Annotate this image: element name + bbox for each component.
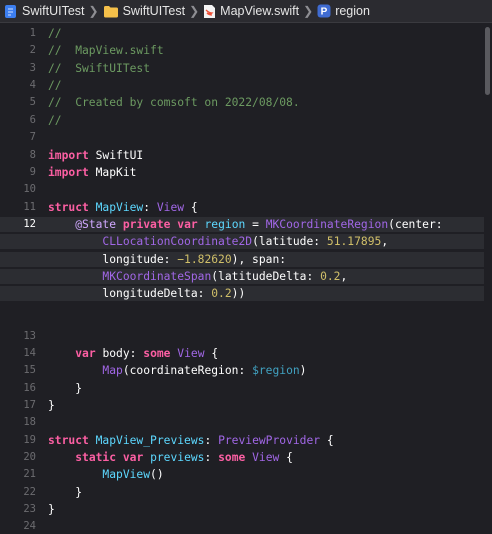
folder-icon <box>103 5 119 18</box>
line-number: 18 <box>23 416 36 428</box>
line-number: 3 <box>29 62 36 74</box>
code-text: // Created by comsoft on 2022/08/08. <box>48 96 300 109</box>
code-text: import SwiftUI <box>48 149 144 162</box>
line-number: 1 <box>29 27 36 39</box>
breadcrumb-folder[interactable]: SwiftUITest <box>103 4 186 18</box>
code-line[interactable]: 20 static var previews: some View { <box>0 450 484 465</box>
line-number: 13 <box>23 330 36 342</box>
code-text: // <box>48 114 62 127</box>
code-line[interactable]: 17} <box>0 398 484 413</box>
code-line[interactable]: 13 <box>0 329 484 344</box>
code-text: } <box>48 503 55 516</box>
line-number: 22 <box>23 486 36 498</box>
line-number: 14 <box>23 347 36 359</box>
line-number: 16 <box>23 382 36 394</box>
code-line[interactable]: 6 // <box>0 113 484 128</box>
code-text: // <box>48 79 62 92</box>
property-icon: P <box>317 4 331 18</box>
code-line-wrapped[interactable]: MKCoordinateSpan(latitudeDelta: 0.2, <box>0 269 484 284</box>
code-line-wrapped[interactable]: longitude: −1.82620), span: <box>0 252 484 267</box>
code-line[interactable]: 15 Map(coordinateRegion: $region) <box>0 363 484 378</box>
code-text: // SwiftUITest <box>48 62 151 75</box>
code-text: CLLocationCoordinate2D(latitude: 51.1789… <box>102 235 389 248</box>
xcode-project-icon <box>4 4 18 19</box>
code-text: static var previews: some View { <box>75 451 293 464</box>
code-text: @State private var region = MKCoordinate… <box>75 218 443 231</box>
line-number: 10 <box>23 183 36 195</box>
chevron-right-icon: ❯ <box>88 4 99 18</box>
line-number: 6 <box>29 114 36 126</box>
line-number: 17 <box>23 399 36 411</box>
code-line[interactable]: 22 } <box>0 485 484 500</box>
line-number: 20 <box>23 451 36 463</box>
breadcrumb-label: MapView.swift <box>220 4 300 18</box>
code-line-current[interactable]: 12 @State private var region = MKCoordin… <box>0 217 484 232</box>
line-number: 23 <box>23 503 36 515</box>
line-number: 7 <box>29 131 36 143</box>
code-text: MapView() <box>102 468 164 481</box>
swift-file-icon <box>203 4 216 19</box>
code-editor[interactable]: 1 // 2 // MapView.swift 3 // SwiftUITest 4 /… <box>0 23 492 532</box>
code-line[interactable]: 24 <box>0 519 484 534</box>
breadcrumb-label: region <box>335 4 370 18</box>
code-text: // MapView.swift <box>48 44 164 57</box>
jump-bar: SwiftUITest ❯ SwiftUITest ❯ MapView.swif… <box>0 0 492 23</box>
code-line[interactable]: 9 import MapKit <box>0 165 484 180</box>
code-text: struct MapView_Previews: PreviewProvider… <box>48 434 334 447</box>
line-number: 21 <box>23 468 36 480</box>
code-line[interactable]: 18 <box>0 415 484 430</box>
code-line[interactable]: 16 } <box>0 381 484 396</box>
chevron-right-icon: ❯ <box>303 4 314 18</box>
code-line[interactable]: 10 <box>0 182 484 197</box>
code-text: } <box>48 486 83 499</box>
line-number: 12 <box>23 218 36 230</box>
code-line[interactable]: 5 // Created by comsoft on 2022/08/08. <box>0 95 484 110</box>
breadcrumb-label: SwiftUITest <box>22 4 85 18</box>
code-line[interactable]: 19 struct MapView_Previews: PreviewProvid… <box>0 433 484 448</box>
code-text: var body: some View { <box>75 347 219 360</box>
code-line[interactable]: 2 // MapView.swift <box>0 43 484 58</box>
line-number: 15 <box>23 364 36 376</box>
breadcrumb-file[interactable]: MapView.swift <box>203 4 299 19</box>
code-line[interactable]: 8 import SwiftUI <box>0 148 484 163</box>
line-number: 4 <box>29 79 36 91</box>
code-line[interactable]: 11 struct MapView: View { <box>0 200 484 215</box>
code-line[interactable]: 7 <box>0 130 484 145</box>
code-line[interactable]: 21 MapView() <box>0 467 484 482</box>
line-number: 24 <box>23 520 36 532</box>
code-line[interactable]: 1 // <box>0 26 484 41</box>
line-number: 9 <box>29 166 36 178</box>
code-text: Map(coordinateRegion: $region) <box>102 364 307 377</box>
code-line[interactable]: 3 // SwiftUITest <box>0 61 484 76</box>
code-text: } <box>48 399 55 412</box>
code-text: struct MapView: View { <box>48 201 198 214</box>
code-text: MKCoordinateSpan(latitudeDelta: 0.2, <box>102 270 348 283</box>
line-number: 11 <box>23 201 36 213</box>
code-line-wrapped[interactable]: longitudeDelta: 0.2)) <box>0 286 484 301</box>
chevron-right-icon: ❯ <box>189 4 200 18</box>
code-line[interactable]: 23} <box>0 502 484 517</box>
code-text: longitude: −1.82620), span: <box>48 253 287 266</box>
line-number: 2 <box>29 44 36 56</box>
code-text: longitudeDelta: 0.2)) <box>48 287 246 300</box>
code-line[interactable]: 4 // <box>0 78 484 93</box>
code-line-wrapped[interactable]: CLLocationCoordinate2D(latitude: 51.1789… <box>0 234 484 249</box>
line-number: 5 <box>29 96 36 108</box>
line-number: 19 <box>23 434 36 446</box>
code-text: // <box>48 27 62 40</box>
breadcrumb-label: SwiftUITest <box>122 4 186 18</box>
line-number: 8 <box>29 149 36 161</box>
breadcrumb-symbol[interactable]: P region <box>317 4 370 18</box>
code-line[interactable]: 14 var body: some View { <box>0 346 484 361</box>
svg-text:P: P <box>321 7 328 18</box>
code-text: } <box>48 382 83 395</box>
breadcrumb-project[interactable]: SwiftUITest <box>4 4 85 19</box>
code-text: import MapKit <box>48 166 137 179</box>
vertical-scrollbar[interactable] <box>485 27 490 95</box>
